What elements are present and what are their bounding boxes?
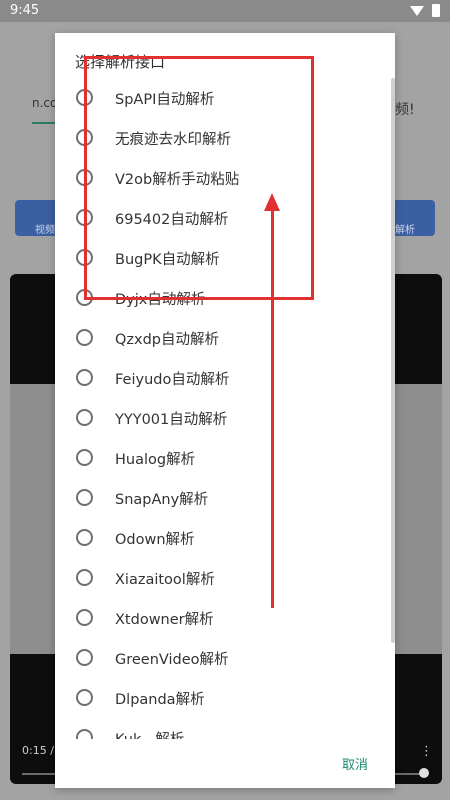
parser-option-label: Odown解析 xyxy=(115,532,195,548)
parser-option[interactable]: SnapAny解析 xyxy=(55,479,395,519)
select-parser-dialog: 选择解析接口 SpAPI自动解析 无痕迹去水印解析 V2ob解析手动粘贴 695… xyxy=(55,33,395,788)
parser-option[interactable]: V2ob解析手动粘贴 xyxy=(55,159,395,199)
cancel-button[interactable]: 取消 xyxy=(338,752,372,775)
radio-button[interactable] xyxy=(76,209,93,226)
parser-option-label: 无痕迹去水印解析 xyxy=(115,132,231,148)
parser-option[interactable]: Xtdowner解析 xyxy=(55,599,395,639)
radio-button[interactable] xyxy=(76,329,93,346)
status-time: 9:45 xyxy=(10,3,40,18)
dialog-scrollbar[interactable] xyxy=(391,78,395,643)
parser-option[interactable]: Feiyudo自动解析 xyxy=(55,359,395,399)
parser-option-label: YYY001自动解析 xyxy=(115,412,228,428)
radio-button[interactable] xyxy=(76,489,93,506)
background-text: 频! xyxy=(395,102,415,118)
radio-button[interactable] xyxy=(76,649,93,666)
parser-option[interactable]: 695402自动解析 xyxy=(55,199,395,239)
parser-option[interactable]: Hualog解析 xyxy=(55,439,395,479)
wifi-icon xyxy=(410,5,424,16)
dialog-title: 选择解析接口 xyxy=(75,53,166,71)
battery-icon xyxy=(432,4,440,17)
parser-option-label: GreenVideo解析 xyxy=(115,652,229,668)
parser-option-label: Qzxdp自动解析 xyxy=(115,332,220,348)
video-button-label: 视频 xyxy=(35,225,55,236)
radio-button[interactable] xyxy=(76,569,93,586)
radio-button[interactable] xyxy=(76,609,93,626)
parser-option[interactable]: Odown解析 xyxy=(55,519,395,559)
radio-button[interactable] xyxy=(76,409,93,426)
parser-option-label: Feiyudo自动解析 xyxy=(115,372,230,388)
radio-button[interactable] xyxy=(76,369,93,386)
parser-option-label: V2ob解析手动粘贴 xyxy=(115,172,240,188)
parser-option[interactable]: SpAPI自动解析 xyxy=(55,79,395,119)
radio-button[interactable] xyxy=(76,449,93,466)
parser-option-label: Xiazaitool解析 xyxy=(115,572,215,588)
radio-button[interactable] xyxy=(76,249,93,266)
parser-option-label: 695402自动解析 xyxy=(115,212,229,228)
parser-option-label: SpAPI自动解析 xyxy=(115,92,215,108)
radio-button[interactable] xyxy=(76,289,93,306)
video-time: 0:15 / xyxy=(22,744,54,757)
parser-option-label: Dyjx自动解析 xyxy=(115,292,206,308)
video-progress-knob[interactable] xyxy=(419,768,429,778)
parser-option[interactable]: BugPK自动解析 xyxy=(55,239,395,279)
radio-button[interactable] xyxy=(76,169,93,186)
parser-option[interactable]: Dlpanda解析 xyxy=(55,679,395,719)
status-bar: 9:45 xyxy=(0,0,450,22)
status-icons xyxy=(410,4,440,17)
parser-option[interactable]: Dyjx自动解析 xyxy=(55,279,395,319)
parser-option-label: Hualog解析 xyxy=(115,452,196,468)
parser-option-label: SnapAny解析 xyxy=(115,492,209,508)
parse-button-label: 解析 xyxy=(395,225,415,236)
radio-button[interactable] xyxy=(76,689,93,706)
parser-option[interactable]: Kuk...解析 xyxy=(55,719,395,739)
video-button[interactable]: 视频 xyxy=(15,200,57,236)
parser-option[interactable]: GreenVideo解析 xyxy=(55,639,395,679)
radio-button[interactable] xyxy=(76,129,93,146)
parser-option-list[interactable]: SpAPI自动解析 无痕迹去水印解析 V2ob解析手动粘贴 695402自动解析… xyxy=(55,79,395,739)
parser-option[interactable]: 无痕迹去水印解析 xyxy=(55,119,395,159)
parser-option-label: Xtdowner解析 xyxy=(115,612,214,628)
radio-button[interactable] xyxy=(76,529,93,546)
parser-option-label: Kuk...解析 xyxy=(115,728,184,739)
parser-option[interactable]: Qzxdp自动解析 xyxy=(55,319,395,359)
parser-option[interactable]: YYY001自动解析 xyxy=(55,399,395,439)
radio-button[interactable] xyxy=(76,89,93,106)
parse-button[interactable]: 解析 xyxy=(393,200,435,236)
parser-option-label: BugPK自动解析 xyxy=(115,252,220,268)
parser-option[interactable]: Xiazaitool解析 xyxy=(55,559,395,599)
parser-option-label: Dlpanda解析 xyxy=(115,692,205,708)
radio-button[interactable] xyxy=(76,729,93,739)
more-options-icon[interactable]: ⋮ xyxy=(420,744,433,759)
